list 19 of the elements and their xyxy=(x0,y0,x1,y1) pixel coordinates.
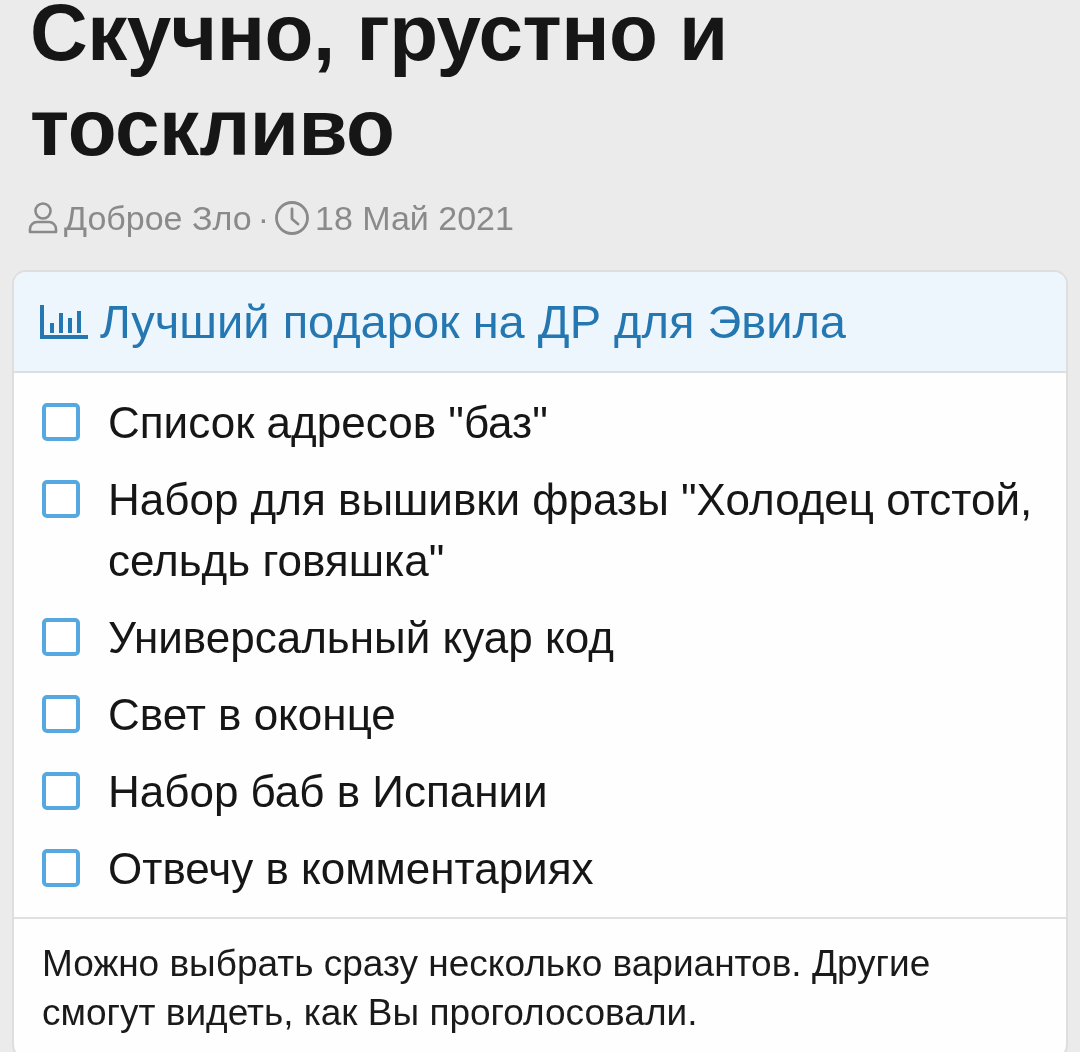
option-label[interactable]: Свет в оконце xyxy=(108,684,396,745)
checkbox[interactable] xyxy=(42,480,80,518)
option-label[interactable]: Набор баб в Испании xyxy=(108,761,548,822)
checkbox[interactable] xyxy=(42,618,80,656)
checkbox[interactable] xyxy=(42,695,80,733)
option-label[interactable]: Универсальный куар код xyxy=(108,607,614,668)
poll-note: Можно выбрать сразу несколько вариантов. Другие смогут видеть, как Вы проголосовали. xyxy=(41,942,932,1035)
user-icon xyxy=(28,202,58,234)
checkbox[interactable] xyxy=(42,403,80,441)
checkbox[interactable] xyxy=(42,849,80,887)
separator: · xyxy=(257,198,269,238)
clock-icon xyxy=(274,201,309,235)
checkbox[interactable] xyxy=(42,772,80,810)
thread-title: Скучно, грустно и тоскливо xyxy=(29,0,729,174)
bar-chart-icon xyxy=(40,304,88,339)
option-label[interactable]: Отвечу в комментариях xyxy=(108,838,594,899)
option-label[interactable]: Набор для вышивки фразы "Холодец отстой, сельдь говяшка" xyxy=(108,469,1056,591)
poll-question: Лучший подарок на ДР для Эвила xyxy=(100,294,846,349)
option-label[interactable]: Список адресов "баз" xyxy=(108,392,548,453)
